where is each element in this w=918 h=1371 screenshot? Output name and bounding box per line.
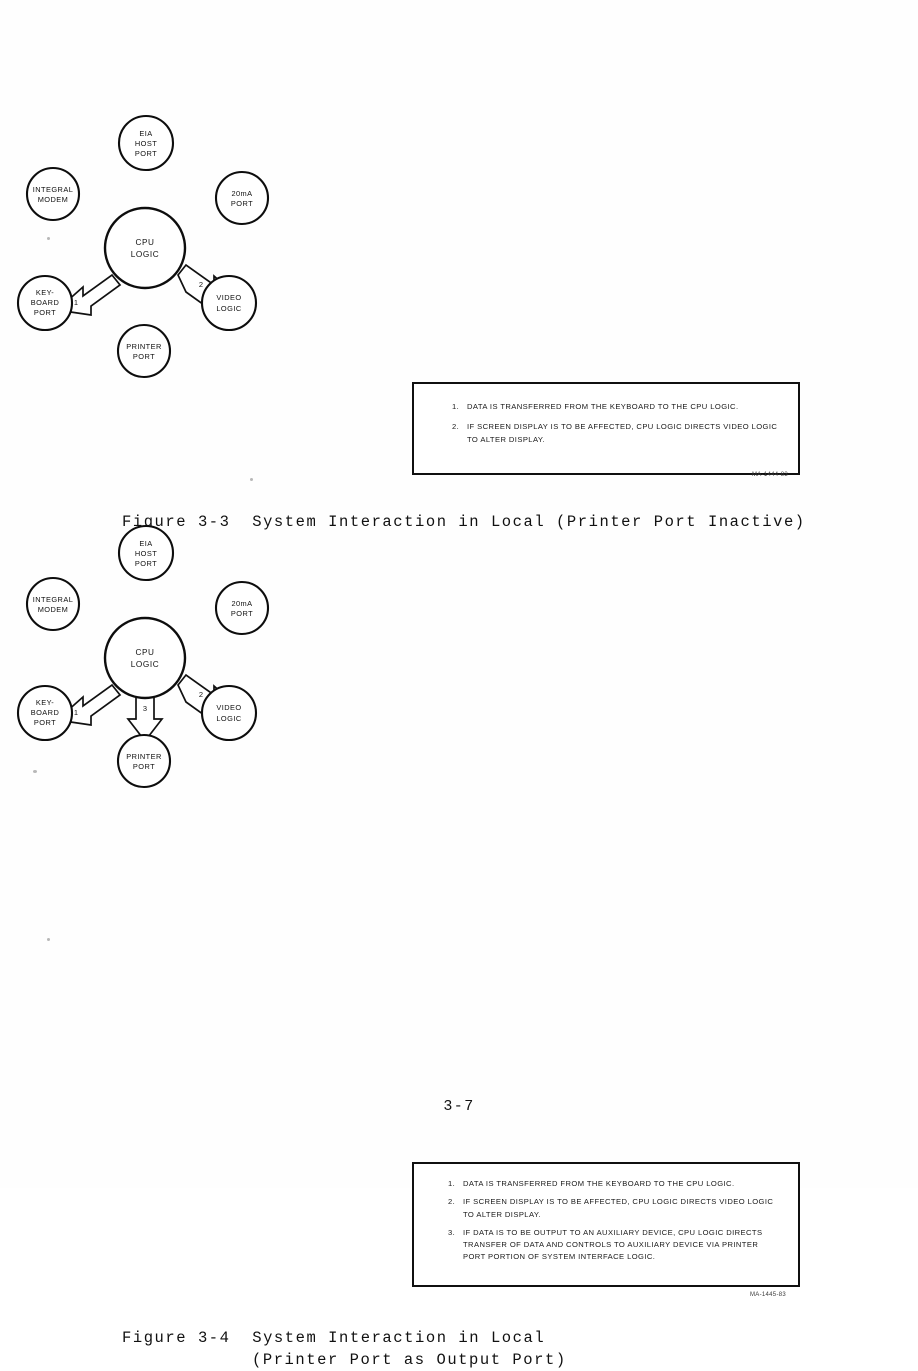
caption-line-1: Figure 3-4 System Interaction in Local: [122, 1329, 546, 1347]
node-20ma-port: 20mA PORT: [214, 580, 270, 636]
node-printer-port-line1: PRINTER: [126, 752, 162, 761]
scan-speckle: [250, 478, 253, 481]
scan-speckle: [47, 938, 50, 941]
node-cpu-logic-line1: CPU: [135, 648, 154, 657]
node-eia-host-port-line3: PORT: [135, 559, 157, 568]
node-integral-modem: INTEGRAL MODEM: [25, 166, 81, 222]
arrow-cpu-to-printer: 3: [126, 692, 164, 743]
caption-figure-3-4: Figure 3-4 System Interaction in Local (P…: [122, 1327, 567, 1371]
node-eia-host-port-line1: EIA: [139, 539, 152, 548]
note-text: IF SCREEN DISPLAY IS TO BE AFFECTED, CPU…: [467, 422, 778, 444]
scan-speckle: [33, 770, 37, 773]
figure-3-4: 1 2 3 CPU LOGIC EIA HOST PORT INTEGRAL M…: [0, 505, 918, 1369]
note-text: IF SCREEN DISPLAY IS TO BE AFFECTED, CPU…: [463, 1197, 774, 1219]
drawing-code-figure-3-4: MA-1445-83: [750, 1292, 787, 1298]
note-number: 2.: [452, 422, 460, 432]
note-text: DATA IS TRANSFERRED FROM THE KEYBOARD TO…: [463, 1179, 735, 1188]
node-integral-modem-line2: MODEM: [38, 605, 69, 614]
node-eia-host-port-line1: EIA: [139, 129, 152, 138]
node-20ma-port-line1: 20mA: [231, 189, 252, 198]
diagram-figure-3-3: 1 2 CPU LOGIC EIA HOST PORT INTEGRAL MOD…: [16, 114, 270, 379]
node-integral-modem: INTEGRAL MODEM: [25, 576, 81, 632]
node-video-logic: VIDEO LOGIC: [200, 274, 258, 332]
node-cpu-logic-line1: CPU: [135, 238, 154, 247]
node-20ma-port: 20mA PORT: [214, 170, 270, 226]
node-integral-modem-line1: INTEGRAL: [33, 595, 74, 604]
note-number: 1.: [448, 1179, 456, 1188]
notes-box-figure-3-3: 1. DATA IS TRANSFERRED FROM THE KEYBOARD…: [412, 382, 800, 475]
note-item: 2. IF SCREEN DISPLAY IS TO BE AFFECTED, …: [452, 421, 782, 446]
node-printer-port-line1: PRINTER: [126, 342, 162, 351]
arrow-label-2: 2: [199, 690, 203, 699]
note-text: DATA IS TRANSFERRED FROM THE KEYBOARD TO…: [467, 402, 739, 411]
node-keyboard-port-line1: KEY-: [36, 698, 54, 707]
drawing-code-figure-3-3: MA-1444-83: [752, 472, 789, 478]
node-printer-port: PRINTER PORT: [116, 323, 172, 379]
note-number: 2.: [448, 1197, 456, 1207]
node-keyboard-port: KEY- BOARD PORT: [16, 684, 74, 742]
node-cpu-logic: CPU LOGIC: [103, 616, 187, 700]
node-20ma-port-line2: PORT: [231, 609, 253, 618]
note-item: 1. DATA IS TRANSFERRED FROM THE KEYBOARD…: [448, 1178, 782, 1190]
node-eia-host-port: EIA HOST PORT: [117, 524, 175, 582]
arrow-label-1: 1: [74, 298, 78, 307]
arrow-label-3: 3: [143, 704, 147, 713]
node-integral-modem-line2: MODEM: [38, 195, 69, 204]
node-20ma-port-line1: 20mA: [231, 599, 252, 608]
node-video-logic-line1: VIDEO: [216, 703, 241, 712]
node-keyboard-port-line2: BOARD: [31, 298, 60, 307]
node-eia-host-port-line2: HOST: [135, 139, 157, 148]
node-cpu-logic: CPU LOGIC: [103, 206, 187, 290]
document-page: 1 2 CPU LOGIC EIA HOST PORT INTEGRAL MOD…: [0, 0, 918, 1369]
page-number: 3-7: [443, 1098, 475, 1115]
node-video-logic-line2: LOGIC: [216, 714, 241, 723]
node-printer-port: PRINTER PORT: [116, 733, 172, 789]
node-eia-host-port: EIA HOST PORT: [117, 114, 175, 172]
node-integral-modem-line1: INTEGRAL: [33, 185, 74, 194]
node-video-logic-line2: LOGIC: [216, 304, 241, 313]
node-keyboard-port: KEY- BOARD PORT: [16, 274, 74, 332]
node-eia-host-port-line3: PORT: [135, 149, 157, 158]
node-eia-host-port-line2: HOST: [135, 549, 157, 558]
note-text: IF DATA IS TO BE OUTPUT TO AN AUXILIARY …: [463, 1227, 763, 1262]
note-item: 2. IF SCREEN DISPLAY IS TO BE AFFECTED, …: [448, 1196, 782, 1221]
node-keyboard-port-line3: PORT: [34, 718, 56, 727]
caption-line-2: (Printer Port as Output Port): [252, 1351, 567, 1369]
node-keyboard-port-line1: KEY-: [36, 288, 54, 297]
arrow-label-2: 2: [199, 280, 203, 289]
diagram-figure-3-4: 1 2 3 CPU LOGIC EIA HOST PORT INTEGRAL M…: [16, 524, 270, 789]
node-video-logic: VIDEO LOGIC: [200, 684, 258, 742]
figure-3-3: 1 2 CPU LOGIC EIA HOST PORT INTEGRAL MOD…: [0, 95, 918, 531]
node-video-logic-line1: VIDEO: [216, 293, 241, 302]
note-number: 1.: [452, 402, 460, 411]
notes-box-figure-3-4: 1. DATA IS TRANSFERRED FROM THE KEYBOARD…: [412, 1162, 800, 1287]
node-cpu-logic-line2: LOGIC: [131, 660, 159, 669]
note-number: 3.: [448, 1227, 456, 1237]
node-printer-port-line2: PORT: [133, 352, 155, 361]
arrow-label-1: 1: [74, 708, 78, 717]
node-keyboard-port-line2: BOARD: [31, 708, 60, 717]
node-cpu-logic-line2: LOGIC: [131, 250, 159, 259]
scan-speckle: [47, 237, 50, 240]
note-item: 1. DATA IS TRANSFERRED FROM THE KEYBOARD…: [452, 401, 782, 413]
note-item: 3. IF DATA IS TO BE OUTPUT TO AN AUXILIA…: [448, 1227, 782, 1264]
node-keyboard-port-line3: PORT: [34, 308, 56, 317]
node-printer-port-line2: PORT: [133, 762, 155, 771]
node-20ma-port-line2: PORT: [231, 199, 253, 208]
